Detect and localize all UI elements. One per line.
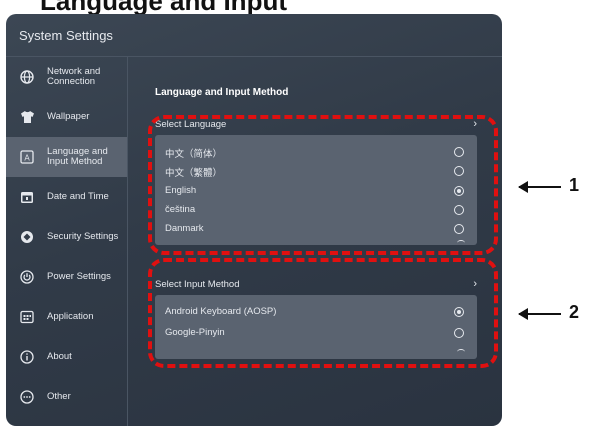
sidebar-item-label: Power Settings: [47, 271, 111, 282]
sidebar-item-label: Application: [47, 311, 94, 322]
section-title: Language and Input Method: [155, 87, 289, 98]
sidebar-item-language[interactable]: A Language and Input Method: [6, 137, 127, 177]
sidebar-item-label: Wallpaper: [47, 111, 90, 122]
grid-icon: [19, 309, 35, 325]
shirt-icon: [19, 109, 35, 125]
language-icon: A: [19, 149, 35, 165]
sidebar-item-label: Other: [47, 391, 71, 402]
sidebar-item-wallpaper[interactable]: Wallpaper: [6, 97, 127, 137]
sidebar-item-label: About: [47, 351, 72, 362]
sidebar-item-network[interactable]: Network and Connection: [6, 57, 127, 97]
sidebar: Network and Connection Wallpaper A Langu…: [6, 57, 128, 426]
sidebar-item-security[interactable]: Security Settings: [6, 217, 127, 257]
info-icon: [19, 349, 35, 365]
callout-number: 2: [569, 302, 580, 322]
power-icon: [19, 269, 35, 285]
more-icon: [19, 389, 35, 405]
sidebar-item-label: Network and Connection: [47, 66, 101, 87]
window-title: System Settings: [19, 28, 113, 43]
sidebar-item-about[interactable]: About: [6, 337, 127, 377]
sidebar-item-other[interactable]: Other: [6, 377, 127, 417]
callout-arrow-icon: [518, 181, 561, 193]
security-icon: [19, 229, 35, 245]
calendar-icon: [19, 189, 35, 205]
callout-number: 1: [569, 175, 580, 195]
highlight-box-input: [148, 258, 498, 368]
sidebar-item-label: Language and Input Method: [47, 146, 108, 167]
sidebar-item-label: Date and Time: [47, 191, 109, 202]
callout-arrow-icon: [518, 308, 561, 320]
sidebar-item-application[interactable]: Application: [6, 297, 127, 337]
title-bar: System Settings: [6, 14, 502, 57]
sidebar-item-label: Security Settings: [47, 231, 119, 242]
globe-icon: [19, 69, 35, 85]
sidebar-item-date-time[interactable]: Date and Time: [6, 177, 127, 217]
sidebar-item-power[interactable]: Power Settings: [6, 257, 127, 297]
highlight-box-language: [148, 115, 498, 255]
svg-text:A: A: [24, 154, 30, 163]
